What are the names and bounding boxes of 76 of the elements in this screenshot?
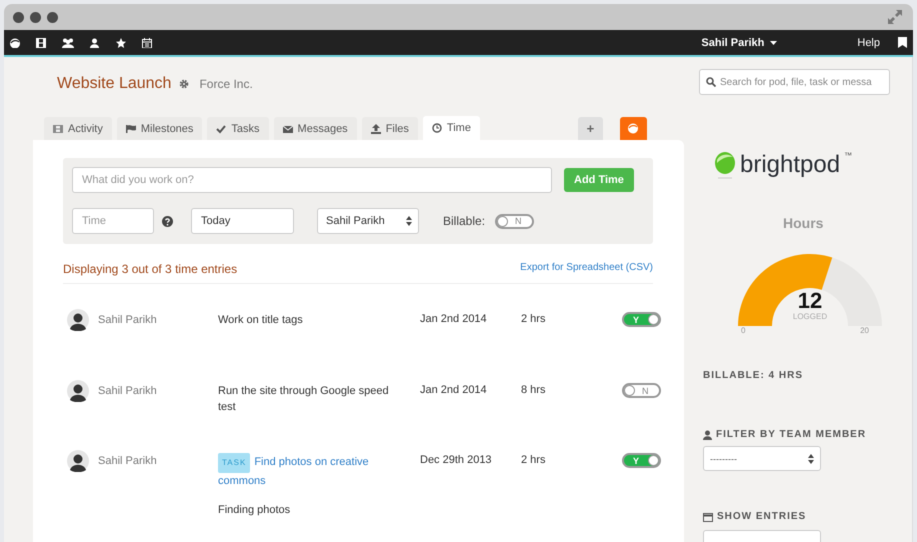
window-control-dot[interactable] (47, 12, 58, 23)
help-link[interactable]: Help (857, 36, 880, 49)
gauge-min: 0 (741, 326, 746, 335)
gauge-title: Hours (783, 215, 824, 231)
pod-icon[interactable] (10, 38, 20, 48)
entry-date: Jan 2nd 2014 (420, 313, 488, 325)
entry-description: Run the site through Google speed test (218, 385, 389, 413)
member-name: Sahil Parikh (98, 385, 158, 397)
gear-icon[interactable] (179, 79, 190, 89)
member-name: Sahil Parikh (98, 455, 158, 467)
billable-label: Billable: (443, 214, 486, 228)
upload-icon (370, 124, 381, 134)
member-select[interactable]: Sahil Parikh (317, 208, 419, 234)
avatar (67, 309, 89, 331)
entry-hours: 8 hrs (521, 384, 546, 396)
trademark: ™ (844, 151, 852, 160)
show-entries-label: SHOW ENTRIES (717, 511, 806, 522)
time-input-field[interactable]: Time (72, 208, 154, 234)
member-name: Sahil Parikh (98, 314, 158, 326)
hours-caption: LOGGED (792, 312, 828, 321)
hours-value: 12 (796, 288, 824, 313)
export-link[interactable]: Export for Spreadsheet (CSV) (520, 262, 653, 276)
bookmark-icon[interactable] (898, 37, 907, 48)
date-input-field[interactable]: Today (191, 208, 294, 234)
window-control-dot[interactable] (13, 12, 24, 23)
calendar-icon (703, 512, 713, 522)
window-control-dot[interactable] (30, 12, 41, 23)
avatar (67, 380, 89, 402)
add-tab-button[interactable]: + (578, 117, 603, 140)
gauge-max: 20 (860, 326, 869, 335)
entry-hours: 2 hrs (521, 454, 546, 466)
help-icon[interactable] (162, 216, 173, 226)
avatar (67, 450, 89, 472)
star-icon[interactable] (116, 38, 126, 48)
film-icon (53, 124, 63, 134)
entries-summary: Displaying 3 out of 3 time entries (63, 262, 238, 276)
tab[interactable]: Messages (274, 117, 357, 140)
caret-icon (770, 40, 778, 45)
pod-button[interactable] (620, 117, 647, 140)
check-icon (216, 124, 226, 134)
project-title: Website Launch (57, 75, 172, 93)
brand-name: brightpod (740, 151, 840, 179)
task-link[interactable]: TASK Find photos on creative commons (218, 453, 408, 489)
user-menu[interactable]: Sahil Parikh (701, 36, 778, 49)
user-icon[interactable] (90, 38, 100, 48)
billable-toggle[interactable]: N (622, 383, 661, 398)
entry-date: Dec 29th 2013 (420, 454, 493, 466)
expand-icon[interactable] (887, 9, 903, 26)
pod-logo-icon (714, 151, 736, 179)
team-icon[interactable] (62, 38, 74, 48)
tab[interactable]: Files (362, 117, 418, 140)
clock-icon (432, 123, 442, 133)
envelope-icon (282, 124, 293, 134)
search-field[interactable]: Search for pod, file, task or messa (699, 69, 890, 95)
tab[interactable]: Tasks (207, 117, 269, 140)
team-member-select[interactable]: --------- (703, 446, 821, 471)
calendar-icon[interactable] (142, 38, 152, 48)
user-icon (703, 430, 712, 440)
entry-date: Jan 2nd 2014 (420, 384, 488, 396)
pod-icon (628, 123, 638, 134)
select-arrows-icon (808, 454, 814, 464)
billable-toggle[interactable]: N (495, 214, 534, 228)
task-tag: TASK (218, 453, 250, 473)
entry-description: Work on title tags (218, 314, 303, 326)
entry-hours: 2 hrs (521, 313, 546, 325)
work-input-field[interactable]: What did you work on? (72, 167, 552, 193)
entry-note: Finding photos (218, 503, 292, 518)
film-icon[interactable] (36, 38, 46, 48)
flag-icon (126, 124, 136, 134)
filter-label: FILTER BY TEAM MEMBER (716, 429, 866, 440)
tab[interactable]: Activity (44, 117, 112, 140)
select-arrows-icon (406, 216, 412, 226)
tab[interactable]: Time (422, 116, 480, 140)
billable-total: BILLABLE: 4 HRS (703, 370, 804, 381)
company-name: Force Inc. (199, 77, 253, 91)
tab[interactable]: Milestones (116, 117, 202, 140)
